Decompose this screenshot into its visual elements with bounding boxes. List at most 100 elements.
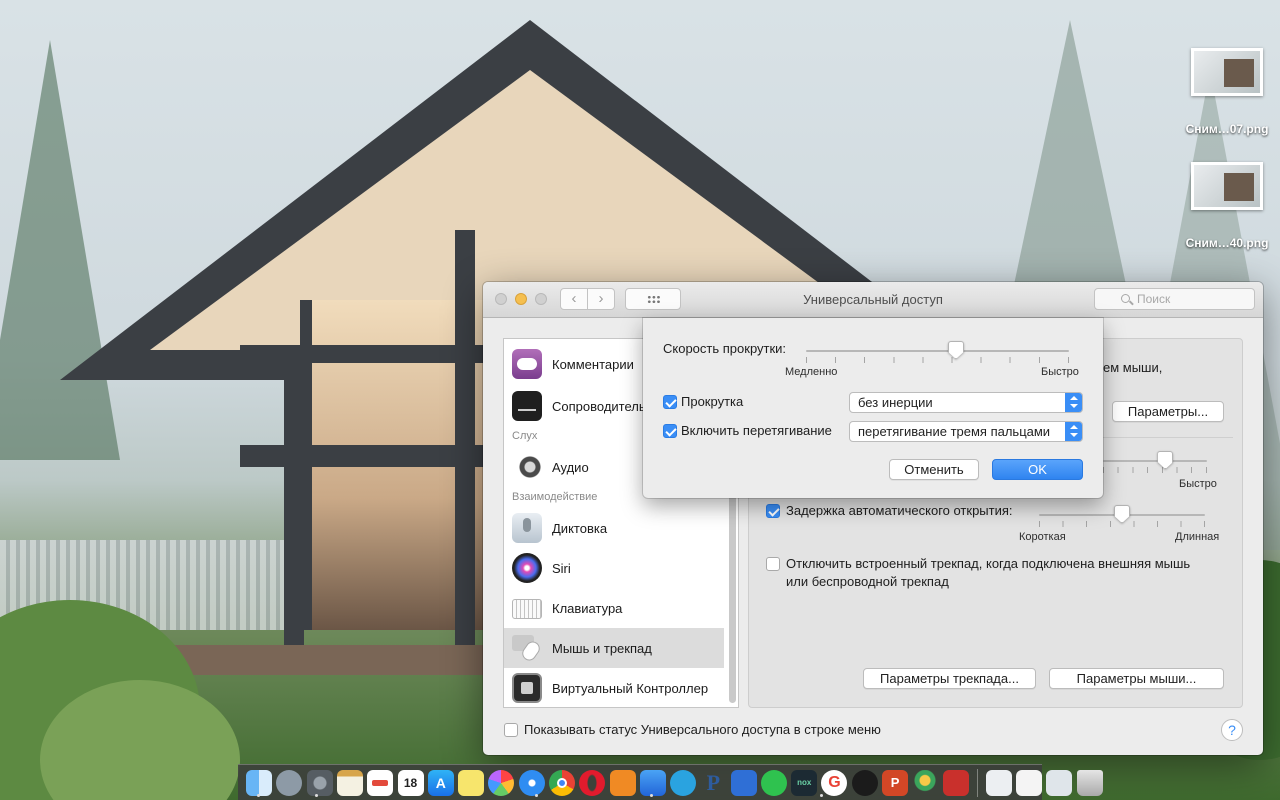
house-column-left [284, 360, 304, 650]
title-bar[interactable]: ‹ › Универсальный доступ Поиск [483, 282, 1263, 318]
mouse-options-button[interactable]: Параметры мыши... [1049, 668, 1224, 689]
disable-trackpad-checkbox[interactable] [766, 557, 780, 571]
stickies-icon[interactable] [458, 769, 485, 796]
speech-bubble-icon [512, 349, 542, 379]
slider-label-long: Длинная [1175, 531, 1220, 543]
maps-icon[interactable] [639, 769, 666, 796]
file-doc-icon[interactable] [1046, 769, 1073, 796]
speaker-icon [512, 452, 542, 482]
scrolling-label: Прокрутка [681, 394, 744, 409]
desktop-file-screenshot-1[interactable]: Сним…07.png [1172, 48, 1280, 136]
cancel-button[interactable]: Отменить [889, 459, 979, 480]
slider-label-slow: Медленно [785, 366, 838, 378]
sidebar-item-keyboard[interactable]: Клавиатура [504, 588, 724, 628]
sidebar-item-label: Виртуальный Контроллер [552, 680, 709, 696]
finder-icon[interactable] [246, 769, 273, 796]
spring-loading-checkbox[interactable] [766, 504, 780, 518]
opera-icon[interactable] [579, 769, 606, 796]
running-indicator [257, 794, 260, 797]
drag-style-popup[interactable]: перетягивание тремя пальцами [849, 421, 1083, 442]
switch-control-icon [512, 673, 542, 703]
sidebar-item-dictation[interactable]: Диктовка [504, 508, 724, 548]
scrolling-popup[interactable]: без инерции [849, 392, 1083, 413]
file-thumbnail [1191, 162, 1263, 210]
scrolling-popup-value: без инерции [858, 395, 933, 410]
show-status-checkbox[interactable] [504, 723, 518, 737]
slider-label-short: Короткая [1019, 531, 1066, 543]
section-interaction: Взаимодействие [512, 491, 598, 503]
safari-icon[interactable] [518, 769, 545, 796]
calendar-date: 18 [403, 775, 418, 790]
slider-ticks [1103, 467, 1207, 473]
running-indicator [315, 794, 318, 797]
books-icon[interactable] [609, 769, 636, 796]
whatsapp-icon[interactable] [760, 769, 787, 796]
chrome-icon[interactable] [548, 769, 575, 796]
keynote-doc-icon[interactable] [1016, 769, 1043, 796]
sidebar-item-label: Клавиатура [552, 600, 623, 616]
reminders-icon[interactable] [367, 769, 394, 796]
search-field[interactable]: Поиск [1094, 288, 1255, 310]
sidebar-item-label: Мышь и трекпад [552, 640, 652, 656]
disable-trackpad-label: Отключить встроенный трекпад, когда подк… [786, 556, 1191, 571]
house-column [455, 230, 475, 650]
app-store-icon[interactable]: A [427, 769, 454, 796]
double-click-speed-track[interactable] [1103, 460, 1207, 462]
sidebar-item-mouse-trackpad[interactable]: Мышь и трекпад [504, 628, 724, 668]
preview-doc-icon[interactable] [985, 769, 1012, 796]
drag-label: Включить перетягивание [681, 423, 832, 438]
balloon-icon[interactable] [912, 769, 939, 796]
description-text-fragment: ем мыши, [1103, 360, 1163, 375]
trash-icon[interactable] [1076, 769, 1103, 796]
mouse-trackpad-icon [512, 633, 543, 664]
sidebar-item-label: Комментарии [552, 356, 634, 372]
sketchup-icon[interactable] [942, 769, 969, 796]
mirror-icon[interactable] [851, 769, 878, 796]
slider-ticks [806, 357, 1069, 363]
search-icon [1121, 294, 1130, 303]
scroll-speed-track[interactable] [806, 350, 1069, 352]
mouse-options-sheet: Скорость прокрутки: Медленно Быстро Прок… [643, 318, 1103, 498]
system-preferences-icon[interactable] [306, 769, 333, 796]
sidebar-item-label: Аудио [552, 459, 589, 475]
sidebar-item-switch-control[interactable]: Виртуальный Контроллер [504, 668, 724, 707]
running-indicator [650, 794, 653, 797]
scroll-speed-label: Скорость прокрутки: [663, 341, 787, 356]
options-button[interactable]: Параметры... [1112, 401, 1224, 422]
pockity-icon[interactable]: P [700, 770, 726, 796]
sidebar-item-siri[interactable]: Siri [504, 548, 724, 588]
sidebar-item-label: Диктовка [552, 520, 608, 536]
siri-icon [512, 553, 542, 583]
file-name: Сним…07.png [1185, 122, 1269, 136]
search-placeholder: Поиск [1137, 292, 1171, 306]
popup-arrows-icon [1065, 422, 1082, 441]
slider-label-fast: Быстро [1179, 478, 1217, 490]
disable-trackpad-label-line2: или беспроводной трекпад [786, 574, 949, 589]
section-hearing: Слух [512, 430, 538, 442]
show-status-label: Показывать статус Универсального доступа… [524, 722, 881, 737]
photos-icon[interactable] [488, 769, 515, 796]
popup-arrows-icon [1065, 393, 1082, 412]
keyboard-icon [512, 599, 542, 619]
nox-icon[interactable]: nox [791, 769, 818, 796]
notes-icon[interactable] [336, 769, 363, 796]
divider [1103, 437, 1233, 438]
telegram-icon[interactable] [670, 769, 697, 796]
tasks-icon[interactable] [730, 769, 757, 796]
launchpad-icon[interactable] [276, 769, 303, 796]
drag-style-popup-value: перетягивание тремя пальцами [858, 424, 1051, 439]
file-thumbnail [1191, 48, 1263, 96]
trackpad-options-button[interactable]: Параметры трекпада... [863, 668, 1036, 689]
powerpoint-icon[interactable]: P [882, 769, 909, 796]
help-button[interactable]: ? [1221, 719, 1243, 741]
microphone-icon [512, 513, 542, 543]
calendar-icon[interactable]: 18 [397, 769, 424, 796]
google-icon[interactable]: G [821, 769, 848, 796]
running-indicator [820, 794, 823, 797]
ok-button[interactable]: OK [992, 459, 1083, 480]
scrolling-checkbox[interactable] [663, 395, 677, 409]
drag-checkbox[interactable] [663, 424, 677, 438]
desktop-file-screenshot-2[interactable]: Сним…40.png [1172, 162, 1280, 250]
dock: 18 A P nox G P [238, 764, 1103, 800]
dock-separator [976, 768, 978, 797]
